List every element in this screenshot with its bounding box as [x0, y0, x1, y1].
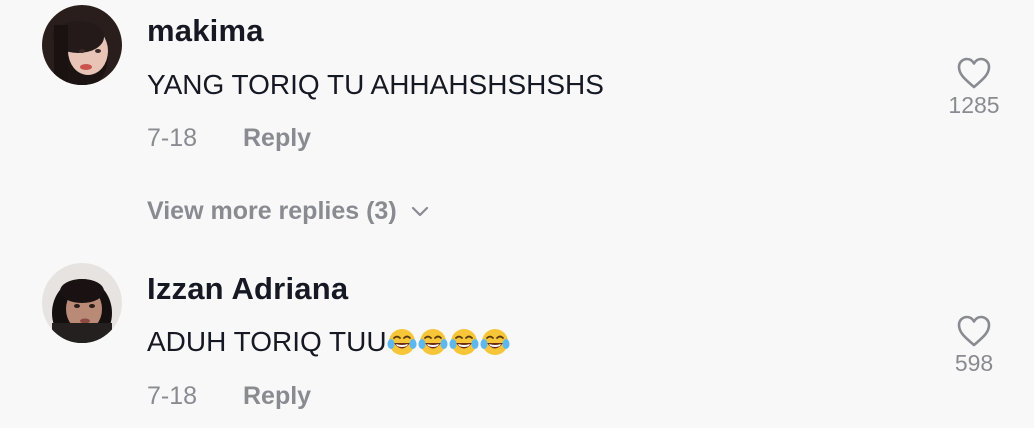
comment-text: YANG TORIQ TU AHHAHSHSHSHS — [147, 69, 604, 100]
avatar[interactable] — [42, 5, 122, 85]
like-count: 1285 — [948, 92, 1000, 118]
comment-username[interactable]: makima — [147, 13, 264, 49]
face-with-tears-of-joy-icon — [449, 329, 479, 355]
emoji-group — [387, 327, 511, 357]
comment-date: 7-18 — [147, 382, 198, 410]
face-with-tears-of-joy-icon — [418, 329, 448, 355]
chevron-down-icon — [411, 206, 428, 216]
avatar[interactable] — [42, 263, 122, 343]
comment-item: makima YANG TORIQ TU AHHAHSHSHSHS 7-18 R… — [0, 0, 1034, 240]
like-button[interactable]: 598 — [944, 314, 1004, 377]
face-with-tears-of-joy-icon — [387, 329, 417, 355]
avatar-image — [42, 5, 122, 85]
comment-item: Izzan Adriana ADUH TORIQ TUU 7-18 Reply … — [0, 250, 1034, 428]
like-button[interactable]: 1285 — [944, 56, 1004, 119]
heart-outline-icon[interactable] — [956, 56, 992, 90]
view-more-replies-button[interactable]: View more replies (3) — [147, 197, 429, 226]
comment-username[interactable]: Izzan Adriana — [147, 271, 348, 307]
comment-date: 7-18 — [147, 124, 198, 152]
comment-text-content: ADUH TORIQ TUU — [147, 326, 387, 357]
like-count: 598 — [954, 350, 994, 376]
avatar-image — [42, 263, 122, 343]
view-more-replies-label: View more replies (3) — [147, 197, 397, 225]
heart-outline-icon[interactable] — [956, 314, 992, 348]
face-with-tears-of-joy-icon — [480, 329, 510, 355]
reply-button[interactable]: Reply — [243, 124, 311, 153]
comment-text: ADUH TORIQ TUU — [147, 326, 511, 358]
reply-button[interactable]: Reply — [243, 382, 311, 411]
